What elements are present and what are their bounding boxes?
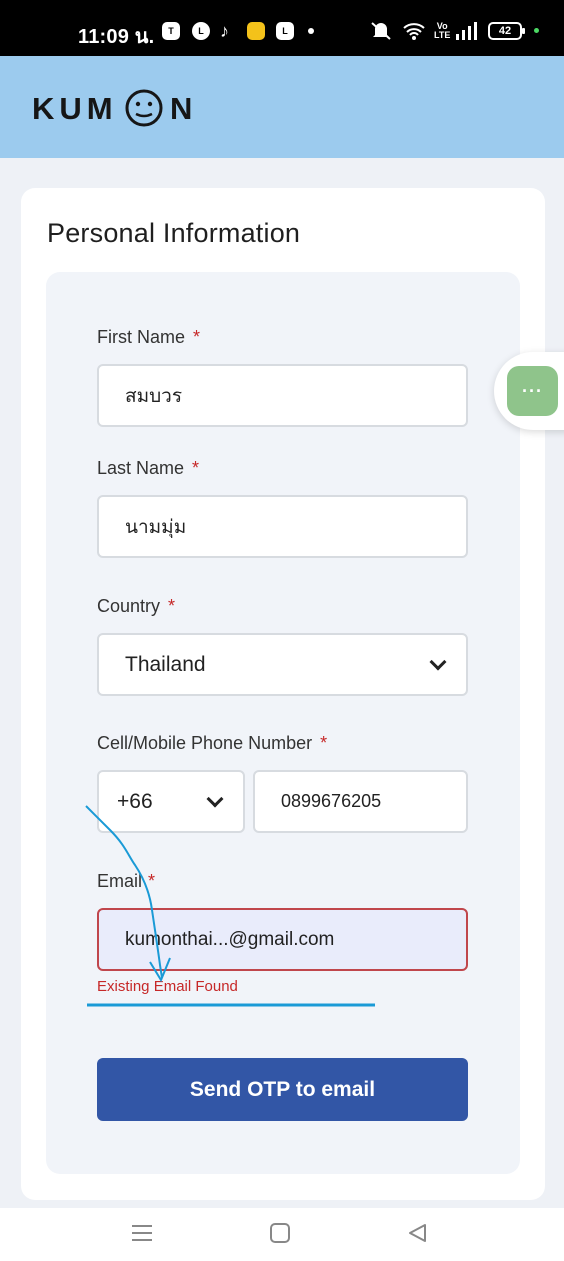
line-icon: L	[192, 20, 210, 42]
country-select[interactable]: Thailand	[97, 633, 468, 696]
chevron-down-icon	[429, 653, 447, 670]
last-name-label: Last Name *	[97, 458, 200, 478]
site-header: KUM N	[0, 56, 564, 158]
chat-dots: ···	[522, 380, 543, 401]
kumon-logo-mark: KUM N	[32, 89, 192, 127]
country-label: Country *	[97, 596, 176, 616]
chat-bubble-icon[interactable]: ···	[507, 366, 558, 416]
network-dot-icon	[534, 28, 539, 33]
email-error-message: Existing Email Found	[97, 978, 238, 995]
home-icon[interactable]	[270, 1223, 290, 1248]
phone-number-field[interactable]: 0899676205	[253, 770, 468, 833]
calendar-icon	[247, 20, 265, 42]
chat-widget[interactable]: ···	[494, 352, 564, 430]
svg-text:N: N	[170, 91, 192, 126]
personal-info-card: Personal Information First Name * สมบวร L…	[21, 188, 545, 1200]
first-name-value: สมบวร	[125, 385, 183, 407]
tiktok-icon: ♪	[220, 20, 229, 41]
battery-icon: 42	[488, 22, 525, 40]
form-panel: First Name * สมบวร Last Name * นามมุ่ม Cou…	[46, 272, 520, 1174]
status-time: 11:09 น.	[78, 26, 155, 48]
phone-code-select[interactable]: +66	[97, 770, 245, 833]
kumon-logo[interactable]: KUM N	[32, 86, 198, 130]
last-name-value: นามมุ่ม	[125, 516, 187, 538]
dot-icon	[308, 20, 314, 42]
page-title: Personal Information	[47, 218, 301, 248]
country-value: Thailand	[125, 652, 206, 676]
last-name-field[interactable]: นามมุ่ม	[97, 495, 468, 558]
menu-icon[interactable]	[131, 1223, 153, 1248]
system-nav-bar	[0, 1208, 564, 1261]
send-otp-button[interactable]: Send OTP to email	[97, 1058, 468, 1121]
status-bar: 11:09 น. T L ♪ L Vo LTE 42	[0, 0, 564, 56]
line-app-icon: L	[276, 20, 294, 42]
signal-icon	[455, 20, 479, 42]
phone-code-value: +66	[117, 789, 153, 813]
email-field[interactable]: kumonthai...@gmail.com	[97, 908, 468, 971]
phone-number-value: 0899676205	[281, 791, 382, 811]
back-icon[interactable]	[407, 1223, 427, 1248]
first-name-label: First Name *	[97, 327, 201, 347]
chevron-down-icon	[206, 790, 224, 807]
phone-label: Cell/Mobile Phone Number *	[97, 733, 328, 753]
svg-text:KUM: KUM	[32, 91, 118, 126]
teams-icon: T	[162, 20, 180, 42]
mute-icon	[370, 20, 392, 42]
email-value: kumonthai...@gmail.com	[125, 928, 335, 950]
volte-icon: Vo LTE	[434, 21, 451, 40]
first-name-field[interactable]: สมบวร	[97, 364, 468, 427]
wifi-icon	[402, 20, 426, 42]
email-label: Email *	[97, 871, 156, 891]
